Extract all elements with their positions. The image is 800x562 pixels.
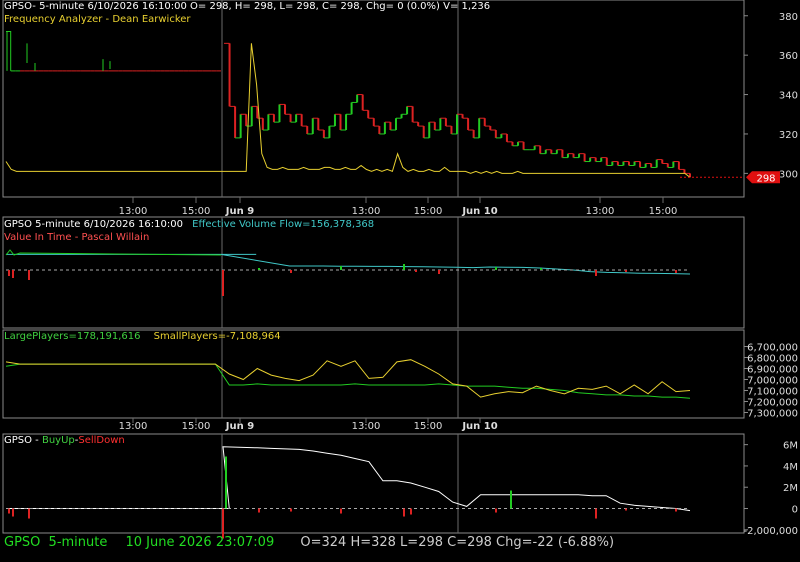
y-tick-label: 4M [783,462,798,473]
evf-histogram-bar [625,270,627,272]
evf-line [6,253,691,275]
evf-histogram-bar [403,264,405,270]
y-tick-label: 300 [779,169,798,180]
buyup-histogram-bar [258,508,260,513]
status-bar: GPSO 5-minute 10 June 2026 23:07:09 O=32… [4,535,614,550]
price-indicator-title: Frequency Analyzer - Dean Earwicker [4,14,191,25]
time-tick-label: Jun 9 [225,206,254,217]
y-tick-label: 7,000,000 [747,376,798,387]
panel-frame-buyup [2,433,745,534]
small-players-line [5,359,691,398]
y-tick-label: 6,900,000 [747,365,798,376]
evf-histogram-bar [28,270,30,280]
time-tick-label: 15:00 [649,206,678,217]
y-tick-label: 6,700,000 [747,343,798,354]
last-price-tag-text: 298 [756,173,775,184]
buyup-histogram-bar [625,508,627,511]
status-interval: 5-minute [48,535,108,550]
evf-header-prefix: GPSO 5-minute 6/10/2026 16:10:00 [4,219,183,230]
y-tick-label: -2,000,000 [743,526,798,537]
evf-panel-header: GPSO 5-minute 6/10/2026 16:10:00 Effecti… [4,219,374,230]
panel-frame-players [2,329,745,419]
status-symbol: GPSO [4,535,41,550]
buyup-selldown-line [6,446,691,512]
y-tick-label: 7,200,000 [747,398,798,409]
buyup-histogram-bar [28,508,30,519]
buyup-panel-header: GPSO - BuyUp-SellDown [4,435,125,446]
buyup-histogram-bar [290,508,292,512]
buyup-prefix: GPSO - [4,435,42,446]
evf-indicator-title: Value In Time - Pascal Willain [4,232,150,243]
time-tick-label: 15:00 [414,206,443,217]
buyup-histogram-bar [510,490,512,509]
large-players-line [5,363,691,399]
evf-histogram-bar [12,270,14,278]
y-tick-label: 340 [779,91,798,102]
evf-histogram-bar [8,270,10,276]
large-players-label: LargePlayers=178,191,616 [4,331,141,342]
evf-histogram-bar [222,270,224,296]
y-tick-label: 6M [783,441,798,452]
players-panel-header: LargePlayers=178,191,616 SmallPlayers=-7… [4,331,281,342]
buyup-histogram-bar [12,508,14,517]
time-tick-label: 15:00 [182,206,211,217]
status-datetime: 10 June 2026 23:07:09 [125,535,275,550]
y-tick-label: 7,300,000 [747,409,798,420]
evf-histogram-bar [258,268,260,270]
buyup-histogram-bar [675,508,677,512]
time-tick-label: 13:00 [352,206,381,217]
buyup-histogram-bar [403,508,405,517]
y-tick-label: 2M [783,483,798,494]
evf-histogram-bar [415,270,417,272]
evf-histogram-bar [675,270,677,273]
buyup-histogram-bar [595,508,597,519]
y-tick-label: 7,100,000 [747,387,798,398]
buyup-histogram-bar [225,456,227,509]
y-tick-label: 320 [779,130,798,141]
y-tick-label: 360 [779,51,798,62]
evf-histogram-bar [290,270,292,273]
time-tick-label: Jun 10 [461,206,497,217]
evf-histogram-bar [495,267,497,270]
status-ohlc: O=324 H=328 L=298 C=298 Chg=-22 (-6.88%) [300,535,615,550]
y-tick-label: 0 [792,505,798,516]
evf-histogram-bar [540,268,542,270]
evf-histogram-bar [340,266,342,270]
evf-histogram-bar [595,270,597,276]
selldown-label: SellDown [78,435,125,446]
y-tick-label: 380 [779,12,798,23]
evf-header-value: Effective Volume Flow=156,378,368 [192,219,375,230]
evf-histogram-bar [438,270,440,274]
chart-canvas: 13:00 15:00 Jun 9 13:00 15:00 Jun 10 13:00 15:0… [2,0,798,539]
y-tick-label: 6,800,000 [747,354,798,365]
buyup-histogram-bar [495,508,497,513]
time-tick-label: 13:00 [119,206,148,217]
buyup-label: BuyUp [41,435,75,446]
buyup-histogram-bar [410,508,412,515]
time-tick-label: 13:00 [586,206,615,217]
small-players-label: SmallPlayers=-7,108,964 [153,331,281,342]
buyup-histogram-bar [8,508,10,514]
panel-frame-price [2,0,745,198]
price-panel-header: GPSO- 5-minute 6/10/2026 16:10:00 O= 298… [4,1,491,12]
freq-analyzer-line [5,43,691,178]
buyup-histogram-bar [340,508,342,514]
